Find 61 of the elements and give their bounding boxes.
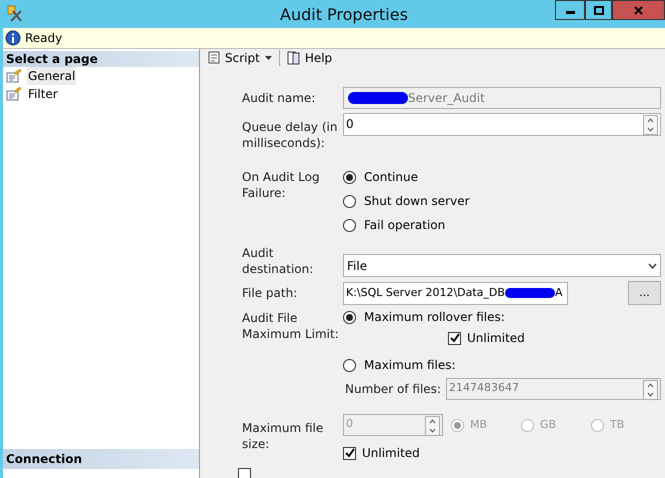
checkbox[interactable] xyxy=(448,332,461,344)
chevron-down-icon xyxy=(648,262,657,268)
field-label: Audit name: xyxy=(242,90,316,106)
status-text: Ready xyxy=(25,30,62,47)
radio-label: Continue xyxy=(364,169,418,186)
properties-page-icon xyxy=(6,87,22,101)
maximize-icon xyxy=(594,6,604,14)
radio-button[interactable] xyxy=(343,358,356,372)
radio-button[interactable] xyxy=(343,218,356,232)
radio-label: Fail operation xyxy=(364,217,446,234)
help-button[interactable]: Help xyxy=(286,49,332,67)
unit-label: MB xyxy=(470,416,488,433)
field-label: Number of files: xyxy=(344,381,442,397)
radio-button[interactable] xyxy=(343,194,356,208)
dropdown-value: File xyxy=(347,258,368,274)
book-icon xyxy=(286,50,302,66)
unit-label: GB xyxy=(540,416,556,433)
close-icon xyxy=(634,6,643,14)
info-icon xyxy=(5,30,21,46)
connection-heading: Connection xyxy=(3,449,199,469)
radio-label: Maximum rollover files: xyxy=(364,309,505,326)
field-label: Maximum file size: xyxy=(242,420,324,453)
radio-button[interactable] xyxy=(343,310,356,324)
radio-button[interactable] xyxy=(343,170,356,184)
checkbox-label: Unlimited xyxy=(362,445,420,462)
tools-icon xyxy=(6,5,24,23)
queue-delay-value: 0 xyxy=(346,116,354,133)
redaction-mark xyxy=(348,92,408,104)
maximize-button[interactable] xyxy=(585,0,612,20)
browse-button[interactable]: ... xyxy=(628,281,661,305)
field-label: On Audit Log Failure: xyxy=(242,169,321,202)
field-label: File path: xyxy=(242,285,298,301)
spinner-arrows-icon[interactable] xyxy=(643,115,658,135)
minimize-icon xyxy=(566,11,574,14)
page-item[interactable]: Filter xyxy=(27,85,59,103)
sidebar-heading: Select a page xyxy=(3,51,199,67)
queue-delay-field[interactable]: 0 xyxy=(343,113,661,136)
field-label: Queue delay (in milliseconds): xyxy=(242,119,338,152)
file-size-value: 0 xyxy=(346,416,353,432)
checkbox[interactable] xyxy=(238,468,251,478)
scroll-icon xyxy=(206,50,222,66)
file-path-end: A xyxy=(554,284,562,301)
audit-name-value: Server_Audit xyxy=(408,90,485,107)
field-label: Audit File Maximum Limit: xyxy=(242,310,340,343)
file-path-field[interactable]: K:\SQL Server 2012\Data_DB A xyxy=(343,282,568,304)
close-button[interactable] xyxy=(612,0,665,20)
minimize-button[interactable] xyxy=(555,0,585,20)
field-label: Audit destination: xyxy=(242,245,314,277)
page-item[interactable]: General xyxy=(27,67,76,85)
window-title: Audit Properties xyxy=(280,4,408,26)
unit-label: TB xyxy=(610,416,624,433)
destination-dropdown[interactable]: File xyxy=(343,254,661,277)
redaction-mark xyxy=(504,288,555,298)
checkbox-label: Unlimited xyxy=(467,330,525,347)
script-button[interactable]: Script xyxy=(206,49,260,67)
file-path-start: K:\SQL Server 2012\Data_DB xyxy=(346,284,505,301)
caret-icon[interactable] xyxy=(264,55,273,61)
properties-page-icon xyxy=(6,69,22,83)
number-of-files-value: 2147483647 xyxy=(449,380,519,396)
radio-label: Maximum files: xyxy=(364,357,456,374)
radio-label: Shut down server xyxy=(364,193,470,210)
